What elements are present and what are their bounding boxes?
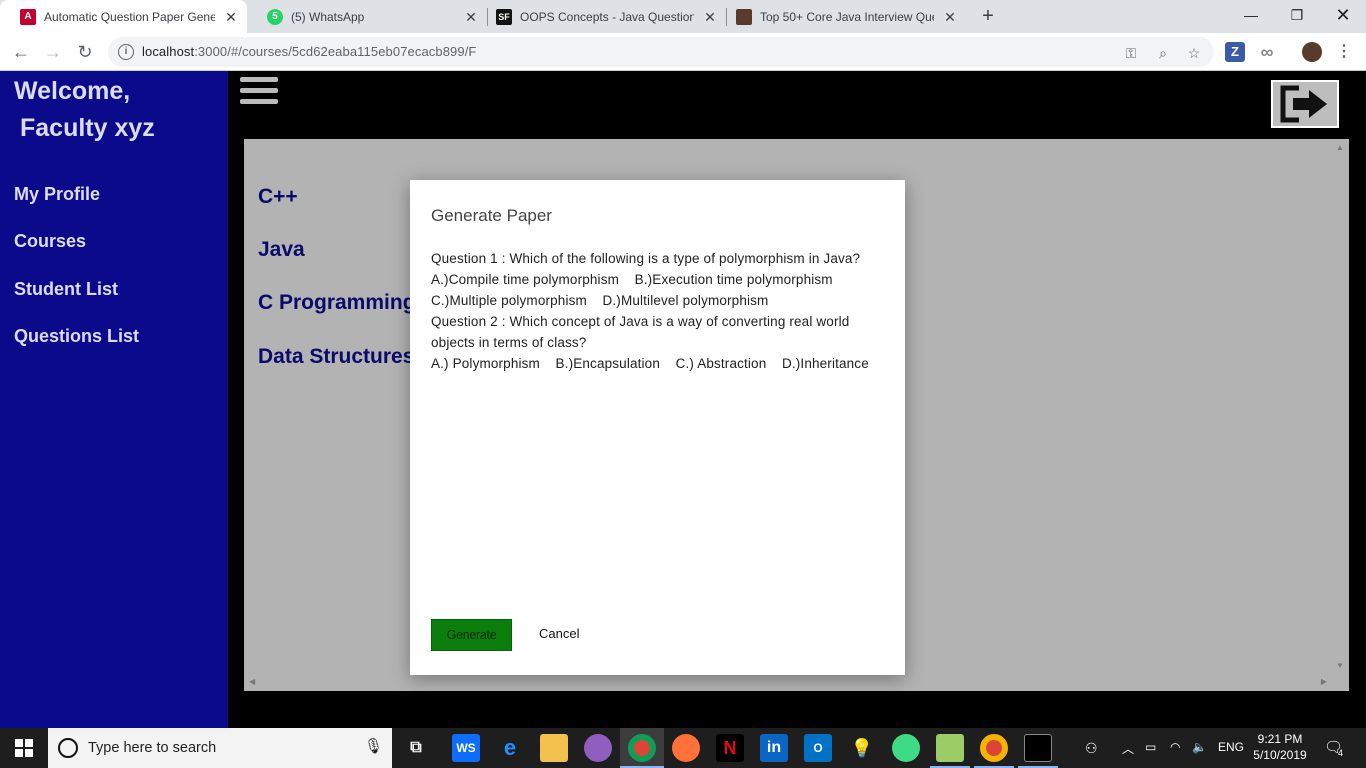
- sidebar-item-my-profile[interactable]: My Profile: [14, 184, 100, 205]
- chart-app-icon[interactable]: [936, 734, 964, 762]
- welcome-heading: Welcome, Faculty xyz: [14, 73, 155, 147]
- sf-icon: SF: [496, 8, 512, 25]
- course-item-c-programming[interactable]: C Programming: [258, 291, 416, 315]
- battery-icon[interactable]: ▭: [1145, 740, 1156, 754]
- generate-button[interactable]: Generate: [431, 619, 512, 651]
- windows-taskbar: Type here to search 🎙 ⧉ WS e N in O 💡 ⚇ …: [0, 728, 1366, 768]
- people-icon[interactable]: ⚇: [1085, 740, 1098, 757]
- chrome-icon[interactable]: [628, 734, 656, 762]
- dialog-title: Generate Paper: [431, 206, 552, 225]
- whatsapp-icon: 5: [267, 8, 283, 25]
- tab-oops-concepts[interactable]: SF OOPS Concepts - Java Questions ✕: [476, 0, 726, 33]
- question-text: Question 2 : Which concept of Java is a …: [431, 314, 850, 350]
- purple-app-icon[interactable]: [584, 734, 612, 762]
- clock-time: 9:21 PM: [1257, 732, 1303, 746]
- url-text[interactable]: localhost:3000/#/courses/5cd62eaba115eb0…: [142, 44, 476, 59]
- question-options: A.)Compile time polymorphism B.)Executio…: [431, 272, 833, 287]
- terminal-icon[interactable]: [1024, 734, 1052, 762]
- android-studio-icon[interactable]: [892, 734, 920, 762]
- sidebar-item-student-list[interactable]: Student List: [14, 279, 118, 300]
- start-button[interactable]: [0, 728, 48, 768]
- cancel-button[interactable]: Cancel: [539, 619, 579, 651]
- back-icon[interactable]: ←: [8, 39, 34, 65]
- microphone-icon[interactable]: 🎙: [364, 737, 383, 755]
- tab-title: OOPS Concepts - Java Questions: [520, 9, 694, 24]
- netflix-icon[interactable]: N: [716, 734, 744, 762]
- tab-java-interview[interactable]: Top 50+ Core Java Interview Que ✕: [716, 0, 966, 33]
- sidebar-item-courses[interactable]: Courses: [14, 231, 86, 252]
- restore-icon[interactable]: ❐: [1274, 0, 1320, 33]
- extension-z-icon[interactable]: Z: [1225, 42, 1245, 62]
- hamburger-menu-icon[interactable]: [240, 77, 280, 109]
- question-paper-preview: Question 1 : Which of the following is a…: [431, 248, 886, 374]
- generate-paper-dialog: Generate Paper Question 1 : Which of the…: [410, 180, 905, 675]
- zoom-icon[interactable]: ⌕: [1154, 44, 1172, 62]
- tips-icon[interactable]: 💡: [848, 734, 876, 762]
- close-icon[interactable]: ✕: [942, 9, 958, 25]
- cortana-icon: [58, 738, 78, 758]
- firefox-icon[interactable]: [672, 734, 700, 762]
- extension-infinity-icon[interactable]: ∞: [1257, 42, 1277, 62]
- course-item-data-structures[interactable]: Data Structures: [258, 345, 414, 369]
- webstorm-icon[interactable]: WS: [452, 734, 480, 762]
- sidebar-item-questions-list[interactable]: Questions List: [14, 326, 139, 347]
- scroll-left-icon[interactable]: ◀: [249, 677, 255, 686]
- user-name: Faculty xyz: [20, 114, 155, 142]
- window-close-icon[interactable]: ✕: [1320, 0, 1366, 33]
- site-icon: [736, 8, 752, 25]
- chevron-up-icon[interactable]: ︿: [1122, 740, 1134, 757]
- course-item-cpp[interactable]: C++: [258, 185, 298, 209]
- chrome-icon-2[interactable]: [980, 734, 1008, 762]
- reload-icon[interactable]: ↻: [72, 39, 98, 65]
- tab-title: Top 50+ Core Java Interview Que: [760, 9, 934, 24]
- question-options: A.) Polymorphism B.)Encapsulation C.) Ab…: [431, 356, 869, 371]
- language-indicator[interactable]: ENG: [1218, 740, 1244, 754]
- course-item-java[interactable]: Java: [258, 238, 305, 262]
- scroll-up-icon[interactable]: ▲: [1336, 143, 1344, 152]
- angular-icon: A: [20, 8, 36, 25]
- search-placeholder: Type here to search: [88, 740, 217, 756]
- windows-logo-icon: [15, 739, 33, 757]
- task-view-icon[interactable]: ⧉: [402, 734, 430, 762]
- tab-title: Automatic Question Paper Gener: [44, 9, 215, 24]
- linkedin-icon[interactable]: in: [760, 734, 788, 762]
- question-text: Question 1 : Which of the following is a…: [431, 251, 861, 266]
- minimize-icon[interactable]: —: [1228, 0, 1274, 33]
- horizontal-scrollbar[interactable]: ◀ ▶: [244, 674, 1349, 691]
- clock[interactable]: 9:21 PM 5/10/2019: [1250, 731, 1310, 763]
- file-explorer-icon[interactable]: [540, 734, 568, 762]
- scroll-down-icon[interactable]: ▼: [1336, 661, 1344, 670]
- address-bar[interactable]: i localhost:3000/#/courses/5cd62eaba115e…: [108, 37, 1214, 67]
- wifi-icon[interactable]: ◠: [1170, 740, 1180, 754]
- volume-icon[interactable]: 🔈: [1192, 740, 1207, 754]
- question-options: C.)Multiple polymorphism D.)Multilevel p…: [431, 293, 769, 308]
- outlook-icon[interactable]: O: [804, 734, 832, 762]
- menu-dots-icon[interactable]: ⋮: [1334, 42, 1354, 62]
- new-tab-icon[interactable]: +: [976, 4, 1000, 28]
- taskbar-search-box[interactable]: Type here to search 🎙: [48, 728, 392, 768]
- tab-question-paper[interactable]: A Automatic Question Paper Gener ✕: [0, 0, 247, 33]
- url-host: localhost: [142, 44, 195, 59]
- clock-date: 5/10/2019: [1253, 748, 1307, 762]
- key-icon[interactable]: ⚿: [1122, 44, 1140, 62]
- logout-button[interactable]: [1271, 80, 1339, 128]
- bookmark-star-icon[interactable]: ☆: [1185, 44, 1203, 62]
- site-info-icon[interactable]: i: [118, 44, 134, 60]
- browser-tab-bar: A Automatic Question Paper Gener ✕ 5 (5)…: [0, 0, 1366, 33]
- close-icon[interactable]: ✕: [223, 9, 239, 25]
- welcome-text: Welcome,: [14, 77, 131, 105]
- vertical-scrollbar[interactable]: ▲ ▼: [1332, 139, 1349, 674]
- scroll-right-icon[interactable]: ▶: [1321, 677, 1327, 686]
- browser-toolbar: ← → ↻ i localhost:3000/#/courses/5cd62ea…: [0, 33, 1366, 71]
- forward-icon[interactable]: →: [40, 39, 66, 65]
- sidebar: Welcome, Faculty xyz My Profile Courses …: [0, 71, 228, 728]
- profile-avatar[interactable]: [1302, 42, 1322, 62]
- notification-count: 4: [1338, 748, 1344, 758]
- url-path: :3000/#/courses/5cd62eaba115eb07ecacb899…: [194, 44, 477, 59]
- logout-icon: [1280, 85, 1327, 123]
- edge-icon[interactable]: e: [496, 734, 524, 762]
- tab-title: (5) WhatsApp: [291, 9, 365, 24]
- tab-whatsapp[interactable]: 5 (5) WhatsApp ✕: [247, 0, 487, 33]
